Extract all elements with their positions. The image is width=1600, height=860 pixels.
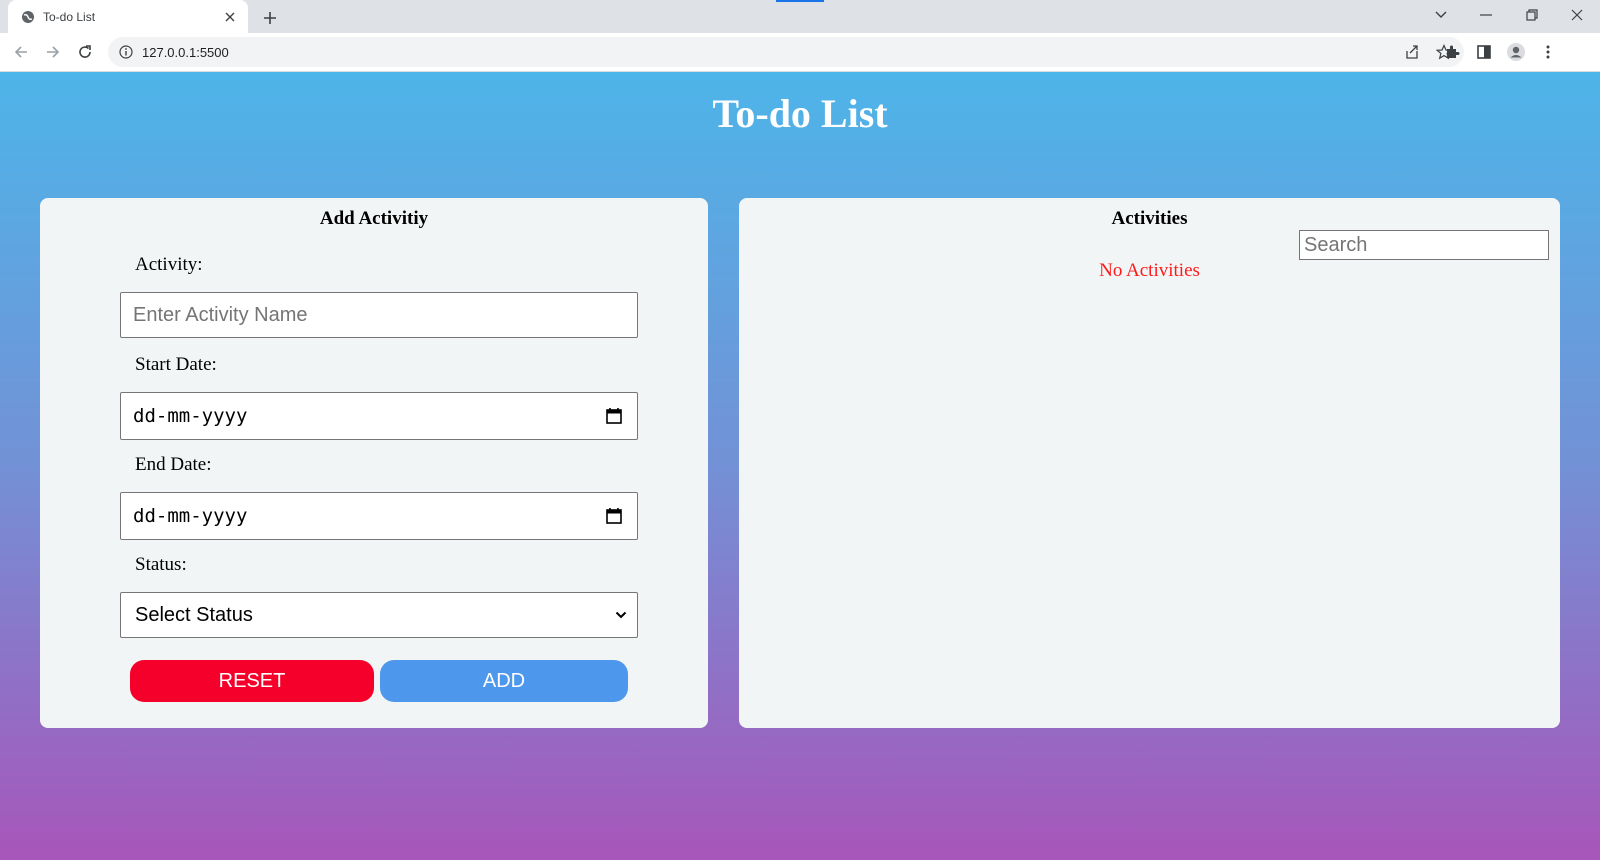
profile-avatar-icon[interactable] xyxy=(1504,40,1528,64)
chevron-down-icon xyxy=(613,607,629,623)
start-date-input[interactable]: dd-mm-yyyy xyxy=(120,392,638,440)
tab-search-chevron-icon[interactable] xyxy=(1418,0,1464,30)
browser-tab[interactable]: To-do List xyxy=(8,0,248,33)
address-bar[interactable]: 127.0.0.1:5500 xyxy=(108,37,1464,67)
start-date-value: dd-mm-yyyy xyxy=(133,405,248,427)
url-text: 127.0.0.1:5500 xyxy=(142,44,229,60)
extensions-icon[interactable] xyxy=(1440,40,1464,64)
page-background: To-do List Add Activitiy Activity: Start… xyxy=(0,72,1600,860)
calendar-icon[interactable] xyxy=(603,405,625,427)
window-close-icon[interactable] xyxy=(1554,0,1600,30)
end-date-value: dd-mm-yyyy xyxy=(133,505,248,527)
add-button[interactable]: ADD xyxy=(380,660,628,702)
activities-heading: Activities xyxy=(1111,208,1188,229)
end-date-label: End Date: xyxy=(135,454,212,475)
status-label: Status: xyxy=(135,554,187,575)
back-arrow-icon[interactable] xyxy=(9,40,33,64)
activities-card: Activities No Activities xyxy=(739,198,1560,728)
page-title: To-do List xyxy=(712,91,888,136)
new-tab-icon[interactable] xyxy=(258,6,282,30)
status-select[interactable]: Select Status xyxy=(120,592,638,638)
search-field-wrapper xyxy=(1299,230,1549,260)
status-selected-value: Select Status xyxy=(135,603,253,626)
browser-tabstrip: To-do List xyxy=(0,0,1600,33)
activity-label: Activity: xyxy=(135,254,203,275)
search-input[interactable] xyxy=(1300,231,1548,259)
add-activity-card: Add Activitiy Activity: Start Date: dd-m… xyxy=(40,198,708,728)
browser-toolbar: 127.0.0.1:5500 xyxy=(0,33,1600,72)
activity-field-wrapper xyxy=(120,292,638,338)
start-date-label: Start Date: xyxy=(135,354,217,375)
tab-accent-line xyxy=(776,0,824,2)
restore-icon[interactable] xyxy=(1509,0,1555,30)
side-panel-icon[interactable] xyxy=(1472,40,1496,64)
activity-name-input[interactable] xyxy=(121,293,637,337)
tab-close-icon[interactable] xyxy=(220,7,240,27)
forward-arrow-icon[interactable] xyxy=(41,40,65,64)
site-info-icon[interactable] xyxy=(118,44,134,60)
calendar-icon[interactable] xyxy=(603,505,625,527)
reload-icon[interactable] xyxy=(73,40,97,64)
globe-icon xyxy=(21,10,35,24)
end-date-input[interactable]: dd-mm-yyyy xyxy=(120,492,638,540)
tab-title: To-do List xyxy=(43,9,96,24)
no-activities-message: No Activities xyxy=(1099,260,1200,281)
menu-kebab-icon[interactable] xyxy=(1536,40,1560,64)
reset-button[interactable]: RESET xyxy=(130,660,374,702)
share-icon[interactable] xyxy=(1400,40,1424,64)
minimize-icon[interactable] xyxy=(1463,0,1509,30)
add-activity-heading: Add Activitiy xyxy=(319,208,429,229)
